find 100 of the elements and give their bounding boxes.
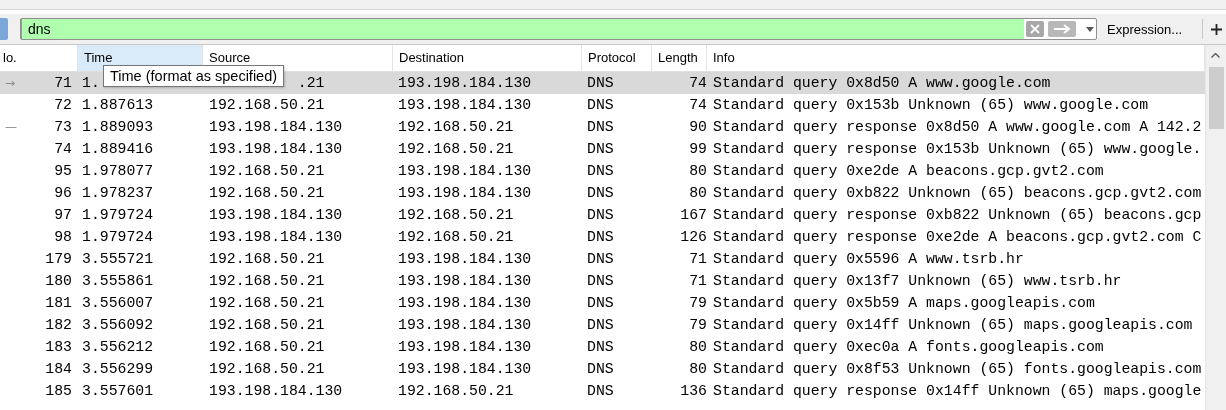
column-header[interactable]: Protocol [582,45,652,71]
table-cell: 193.198.184.130 [398,339,532,355]
table-cell-text: 74 [54,140,72,159]
table-cell: Standard query 0xb822 Unknown (65) beacons.gcp.gvt2.com [713,185,1202,201]
table-cell: Standard query response 0x8d50 A www.google.com A 142.2 [713,119,1202,135]
clear-icon[interactable] [1026,21,1044,37]
table-cell: 1. [82,75,100,91]
scroll-up-icon[interactable] [1211,53,1220,58]
table-cell: DNS [587,251,614,267]
expression-button[interactable]: Expression... [1101,21,1189,37]
table-cell: DNS [587,339,614,355]
table-cell: 193.198.184.130 [398,273,532,289]
table-cell: 80 [689,361,707,377]
table-cell: 136 [680,383,707,399]
table-cell: Standard query 0xe2de A beacons.gcp.gvt2.com [713,163,1104,179]
related-packet-marker: — [5,119,17,136]
column-header[interactable]: Length [652,45,707,71]
packet-row[interactable]: 98 1.979724 193.198.184.130 192.168.50.21 DNS 126 Standard query response 0xe2de A beacons.gcp.gvt2.com C [0,226,1205,248]
table-cell-text: 96 [54,184,72,203]
table-cell: 193.198.184.130 [209,383,343,399]
table-cell: 192.168.50.21 [209,339,325,355]
packet-row[interactable]: 96 1.978237 192.168.50.21 193.198.184.130 DNS 80 Standard query 0xb822 Unknown (65) beacons.gcp.gvt2.com [0,182,1205,204]
scrollbar[interactable] [1205,45,1226,410]
table-cell: DNS [587,119,614,135]
arrow-right-icon[interactable] [1048,21,1076,37]
scroll-thumb[interactable] [1209,67,1224,129]
table-cell: 192.168.50.21 [398,383,514,399]
table-cell: 3.557601 [82,383,154,399]
table-cell: 80 [689,163,707,179]
table-cell: 79 [689,295,707,311]
table-cell: 193.198.184.130 [209,229,343,245]
table-cell: Standard query response 0xe2de A beacons.gcp.gvt2.com C [713,229,1202,245]
table-cell-text: 179 [45,250,72,269]
tooltip: Time (format as specified) [103,65,285,87]
table-cell: 193.198.184.130 [398,251,532,267]
packet-row[interactable]: 180 3.555861 192.168.50.21 193.198.184.130 DNS 71 Standard query 0x13f7 Unknown (65) www.tsrb.hr [0,270,1205,292]
add-icon[interactable] [1211,23,1223,35]
table-cell: DNS [587,361,614,377]
table-cell: 193.198.184.130 [398,295,532,311]
table-cell: 192.168.50.21 [209,361,325,377]
table-cell: DNS [587,229,614,245]
table-cell: Standard query 0x5b59 A maps.googleapis.com [713,295,1095,311]
dropdown-caret-icon[interactable] [1086,26,1094,32]
table-cell: DNS [587,75,614,91]
table-cell: DNS [587,97,614,113]
packet-row[interactable]: 95 1.978077 192.168.50.21 193.198.184.130 DNS 80 Standard query 0xe2de A beacons.gcp.gvt2.com [0,160,1205,182]
packet-row[interactable]: 74 1.889416 193.198.184.130 192.168.50.21 DNS 99 Standard query response 0x153b Unknown (65) www.google. [0,138,1205,160]
table-cell-text: 73 [54,118,72,137]
table-cell-text: 71 [54,74,72,93]
table-cell: 192.168.50.21 [209,295,325,311]
table-cell: 193.198.184.130 [398,75,532,91]
table-cell: 80 [689,339,707,355]
table-cell: DNS [587,185,614,201]
table-cell: 192.168.50.21 [398,141,514,157]
packet-row[interactable]: — 73 1.889093 193.198.184.130 192.168.50.21 DNS 90 Standard query response 0x8d50 A www.google.com A 142.2 [0,116,1205,138]
table-cell: DNS [587,273,614,289]
table-cell: 80 [689,185,707,201]
packet-row[interactable]: 72 1.887613 192.168.50.21 193.198.184.130 DNS 74 Standard query 0x153b Unknown (65) www.google.com [0,94,1205,116]
table-cell: 193.198.184.130 [398,163,532,179]
display-filter-field[interactable]: dns [20,18,1097,40]
table-cell: 126 [680,229,707,245]
table-cell: 193.198.184.130 [398,185,532,201]
table-cell: 193.198.184.130 [398,97,532,113]
packet-row[interactable]: 97 1.979724 193.198.184.130 192.168.50.21 DNS 167 Standard query response 0xb822 Unknown (65) beacons.gcp [0,204,1205,226]
table-cell: Standard query response 0x14ff Unknown (65) maps.google [713,383,1202,399]
table-cell: 79 [689,317,707,333]
table-cell-text: 182 [45,316,72,335]
packet-row[interactable]: 182 3.556092 192.168.50.21 193.198.184.130 DNS 79 Standard query 0x14ff Unknown (65) maps.googleapis.com [0,314,1205,336]
table-cell: DNS [587,295,614,311]
table-cell: 3.556212 [82,339,154,355]
table-cell: 192.168.50.21 [398,119,514,135]
table-cell: Standard query 0x8d50 A www.google.com [713,75,1051,91]
column-header[interactable]: Destination [393,45,582,71]
table-cell: DNS [587,383,614,399]
packet-row[interactable]: 181 3.556007 192.168.50.21 193.198.184.130 DNS 79 Standard query 0x5b59 A maps.googleapis.com [0,292,1205,314]
table-cell-text: 184 [45,360,72,379]
table-cell: Standard query 0x8f53 Unknown (65) fonts.googleapis.com [713,361,1202,377]
table-cell: 192.168.50.21 [209,273,325,289]
table-cell-text: 183 [45,338,72,357]
table-cell: Standard query 0x13f7 Unknown (65) www.tsrb.hr [713,273,1122,289]
table-cell: Standard query 0x5596 A www.tsrb.hr [713,251,1024,267]
table-cell: 193.198.184.130 [398,361,532,377]
packet-row[interactable]: 185 3.557601 193.198.184.130 192.168.50.21 DNS 136 Standard query response 0x14ff Unknown (65) maps.google [0,380,1205,402]
table-cell: 193.198.184.130 [209,119,343,135]
table-cell: 192.168.50.21 [398,229,514,245]
table-cell: DNS [587,163,614,179]
table-cell: 3.556007 [82,295,154,311]
packet-row[interactable]: 184 3.556299 192.168.50.21 193.198.184.130 DNS 80 Standard query 0x8f53 Unknown (65) fonts.googleapis.com [0,358,1205,380]
table-cell: 192.168.50.21 [398,207,514,223]
table-cell: 192.168.50.21 [209,317,325,333]
table-cell: 99 [689,141,707,157]
table-cell: 1.978237 [82,185,154,201]
packet-row[interactable]: 179 3.555721 192.168.50.21 193.198.184.130 DNS 71 Standard query 0x5596 A www.tsrb.hr [0,248,1205,270]
table-cell-text: 97 [54,206,72,225]
packet-row[interactable]: 183 3.556212 192.168.50.21 193.198.184.130 DNS 80 Standard query 0xec0a A fonts.googleapis.com [0,336,1205,358]
table-cell: Standard query 0x153b Unknown (65) www.google.com [713,97,1149,113]
table-cell: DNS [587,141,614,157]
table-cell-text: 95 [54,162,72,181]
table-cell: 90 [689,119,707,135]
table-cell: 3.556092 [82,317,154,333]
